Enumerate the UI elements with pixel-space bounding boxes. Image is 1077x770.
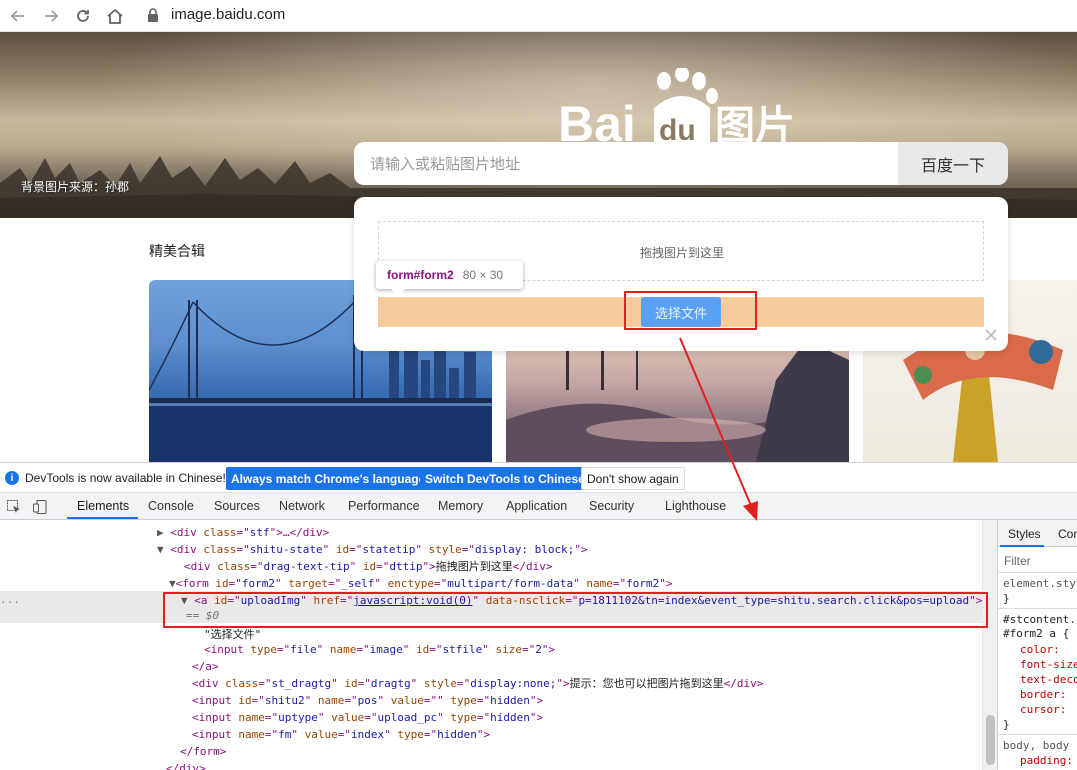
tab-sources[interactable]: Sources (214, 499, 260, 513)
elements-scrollbar[interactable] (982, 520, 997, 770)
dont-show-again-button[interactable]: Don't show again (581, 467, 685, 490)
dom-line[interactable]: </a> (192, 658, 219, 675)
dom-line[interactable]: <input type="file" name="image" id="stfi… (204, 641, 555, 658)
dom-line[interactable]: ▼ <div class="shitu-state" id="statetip"… (157, 541, 588, 558)
background-credit[interactable]: 背景图片来源：孙郡 (21, 178, 129, 195)
tab-memory[interactable]: Memory (438, 499, 483, 513)
hero-banner: Bai du 图片 背景图片来源：孙郡 (0, 32, 1077, 218)
home-icon[interactable] (103, 5, 127, 27)
style-rule-close: } (1003, 718, 1010, 731)
style-rule-selector[interactable]: body, body (1003, 739, 1076, 752)
lock-icon[interactable] (147, 8, 161, 24)
devtools-infobar: i DevTools is now available in Chinese! … (0, 462, 1077, 493)
tab-security[interactable]: Security (589, 499, 634, 513)
back-arrow-icon[interactable] (6, 5, 30, 27)
style-rule-selector[interactable]: #form2 a { (1003, 627, 1069, 640)
dom-line[interactable]: <input name="uptype" value="upload_pc" t… (192, 709, 543, 726)
drop-text: 拖拽图片到这里 (639, 246, 724, 260)
style-rule-selector[interactable]: #stcontent. (1003, 613, 1076, 626)
forward-arrow-icon[interactable] (39, 5, 63, 27)
dom-line[interactable]: </form> (180, 743, 226, 760)
style-prop[interactable]: text-deco (1020, 673, 1077, 686)
tab-network[interactable]: Network (279, 499, 325, 513)
tooltip-id: #form2 (413, 268, 454, 282)
search-input[interactable] (354, 142, 898, 185)
styles-divider (998, 572, 1077, 573)
styles-tab-indicator (1000, 545, 1044, 547)
styles-divider (998, 734, 1077, 735)
tab-lighthouse[interactable]: Lighthouse (665, 499, 726, 513)
dom-line[interactable]: ▶ <div class="stf">…</div> (157, 524, 329, 541)
dom-line[interactable]: </div> (166, 760, 206, 770)
devtools-tabbar: Elements Console Sources Network Perform… (0, 493, 1077, 520)
device-toolbar-icon[interactable] (32, 499, 48, 515)
address-bar-url[interactable]: image.baidu.com (171, 6, 285, 23)
tab-application[interactable]: Application (506, 499, 567, 513)
dom-line[interactable]: <div class="drag-text-tip" id="dttip">拖拽… (184, 558, 552, 575)
tab-styles[interactable]: Styles (1008, 527, 1041, 541)
scrollbar-thumb[interactable] (986, 715, 995, 765)
tooltip-dimensions: 80 × 30 (462, 268, 504, 282)
info-icon: i (5, 471, 19, 485)
styles-divider (998, 608, 1077, 609)
style-prop[interactable]: cursor: (1020, 703, 1066, 716)
annotation-box-node (163, 592, 988, 628)
dom-line[interactable]: <input id="shitu2" name="pos" value="" t… (192, 692, 543, 709)
infobar-text: DevTools is now available in Chinese! (25, 471, 226, 485)
tooltip-arrow (391, 289, 405, 296)
annotation-box-button (624, 291, 757, 330)
dom-line[interactable]: ▼<form id="form2" target="_self" enctype… (169, 575, 672, 592)
style-rule-close: } (1003, 592, 1010, 605)
close-icon[interactable] (984, 327, 998, 341)
tab-elements[interactable]: Elements (77, 499, 129, 513)
browser-toolbar: image.baidu.com (0, 0, 1077, 32)
tooltip-tag: form (387, 268, 414, 282)
reload-icon[interactable] (71, 5, 95, 27)
inspect-tooltip: form #form2 80 × 30 (376, 261, 523, 289)
search-bar: 百度一下 (354, 142, 1008, 185)
inspect-element-icon[interactable] (6, 499, 22, 515)
baidu-image-logo[interactable]: Bai du 图片 (558, 66, 808, 152)
active-tab-indicator (67, 517, 138, 519)
match-language-button[interactable]: Always match Chrome's language (226, 467, 431, 490)
style-rule-selector[interactable]: element.styl (1003, 577, 1077, 590)
logo-text: Bai (558, 96, 636, 148)
tab-performance[interactable]: Performance (348, 499, 420, 513)
search-button[interactable]: 百度一下 (898, 142, 1008, 185)
style-prop[interactable]: padding: (1020, 754, 1073, 767)
screen: image.baidu.com Bai du 图片 背景图片来源：孙郡 请输入或… (0, 0, 1077, 770)
styles-filter-input[interactable]: Filter (1004, 554, 1031, 568)
tab-computed[interactable]: Com (1058, 527, 1077, 541)
switch-to-chinese-button[interactable]: Switch DevTools to Chinese (420, 467, 590, 490)
dom-line[interactable]: <div class="st_dragtg" id="dragtg" style… (192, 675, 763, 692)
tab-console[interactable]: Console (148, 499, 194, 513)
styles-tabbar: Styles Com (998, 520, 1077, 547)
more-options-dots[interactable]: ··· (0, 594, 20, 611)
style-prop[interactable]: font-size (1020, 658, 1077, 671)
style-prop[interactable]: border: (1020, 688, 1066, 701)
dom-line[interactable]: <input name="fm" value="index" type="hid… (192, 726, 490, 743)
styles-pane: Styles Com Filter element.styl } #stcont… (997, 520, 1077, 770)
style-prop[interactable]: color: (1020, 643, 1060, 656)
section-title: 精美合辑 (149, 244, 205, 260)
elements-tree: ··· ▶ <div class="stf">…</div> ▼ <div cl… (0, 520, 997, 770)
